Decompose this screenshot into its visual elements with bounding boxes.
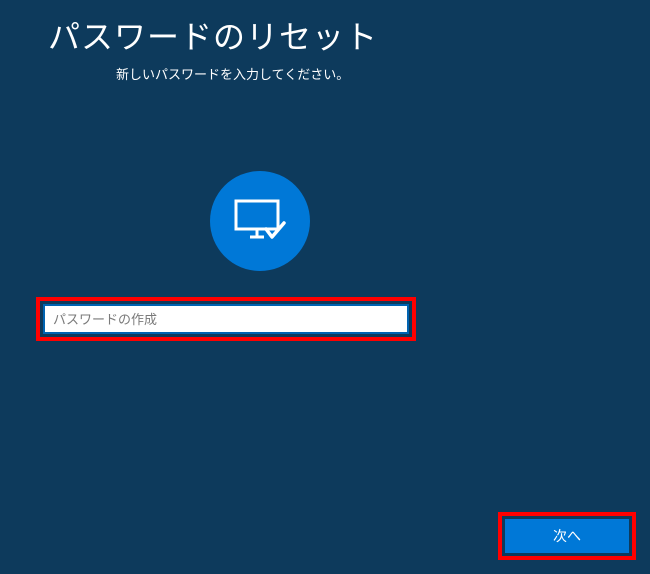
password-input-highlight [36,297,416,341]
page-title: パスワードのリセット [48,12,650,58]
monitor-check-icon [210,171,310,271]
password-input[interactable] [43,304,409,334]
next-button[interactable]: 次へ [505,519,629,553]
page-subtitle: 新しいパスワードを入力してください。 [116,64,650,83]
next-button-highlight: 次へ [498,512,636,560]
